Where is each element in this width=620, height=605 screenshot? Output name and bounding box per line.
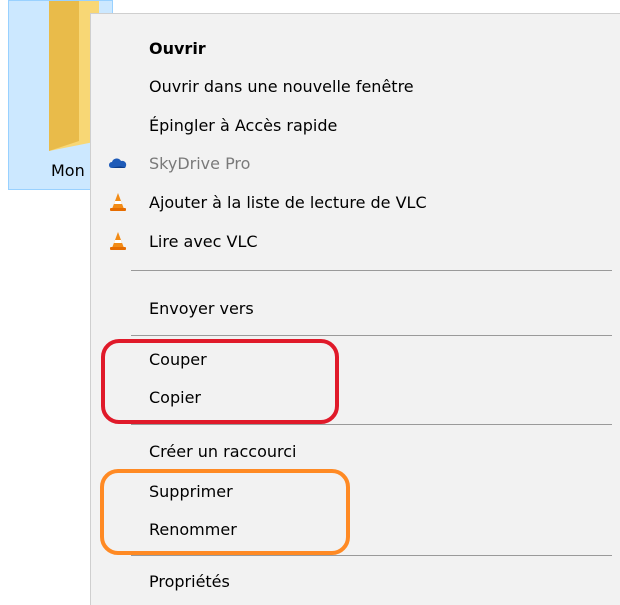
menu-separator [131, 555, 612, 556]
menu-item-label: Supprimer [149, 481, 233, 501]
menu-item-rename[interactable]: Renommer [91, 510, 620, 548]
folder-label: Mon [51, 161, 85, 180]
menu-item-label: Ouvrir dans une nouvelle fenêtre [149, 76, 414, 96]
menu-separator [131, 270, 612, 271]
menu-item-label: Lire avec VLC [149, 231, 258, 251]
menu-item-play-vlc[interactable]: Lire avec VLC [91, 222, 620, 260]
menu-item-label: Envoyer vers [149, 298, 254, 318]
menu-item-label: Épingler à Accès rapide [149, 115, 338, 135]
menu-item-label: Ouvrir [149, 38, 206, 58]
menu-item-open-new-window[interactable]: Ouvrir dans une nouvelle fenêtre [91, 67, 620, 105]
menu-item-cut[interactable]: Couper [91, 340, 620, 378]
menu-item-label: SkyDrive Pro [149, 153, 251, 173]
menu-item-copy[interactable]: Copier [91, 378, 620, 416]
screenshot-stage: Mon Ouvrir Ouvrir dans une nouvelle fenê… [0, 0, 620, 605]
menu-item-add-vlc-playlist[interactable]: Ajouter à la liste de lecture de VLC [91, 183, 620, 221]
menu-item-label: Ajouter à la liste de lecture de VLC [149, 192, 427, 212]
menu-item-label: Copier [149, 387, 201, 407]
menu-item-label: Couper [149, 349, 207, 369]
context-menu: Ouvrir Ouvrir dans une nouvelle fenêtre … [90, 13, 620, 605]
menu-item-label: Renommer [149, 519, 237, 539]
menu-item-open[interactable]: Ouvrir [91, 29, 620, 67]
menu-item-create-shortcut[interactable]: Créer un raccourci [91, 432, 620, 470]
menu-item-label: Propriétés [149, 571, 230, 591]
vlc-cone-icon [107, 191, 129, 213]
menu-item-skydrive-pro[interactable]: SkyDrive Pro [91, 144, 620, 182]
menu-item-pin-quick-access[interactable]: Épingler à Accès rapide [91, 106, 620, 144]
menu-item-label: Créer un raccourci [149, 441, 297, 461]
menu-item-send-to[interactable]: Envoyer vers [91, 289, 620, 327]
vlc-cone-icon [107, 230, 129, 252]
menu-item-delete[interactable]: Supprimer [91, 472, 620, 510]
menu-separator [131, 335, 612, 336]
menu-separator [131, 424, 612, 425]
skydrive-cloud-icon [107, 152, 129, 174]
menu-item-properties[interactable]: Propriétés [91, 562, 620, 600]
